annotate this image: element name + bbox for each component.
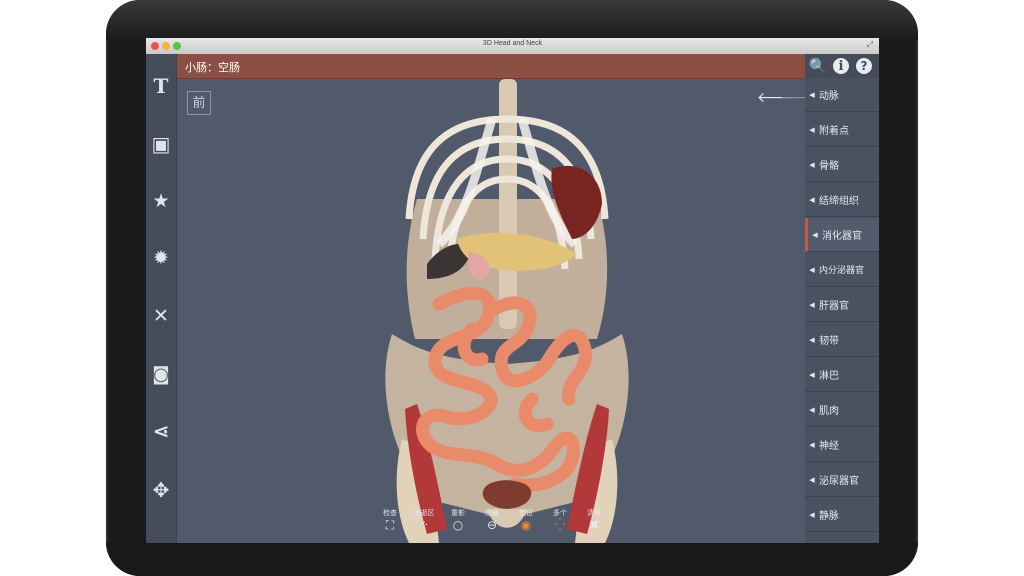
frame-icon: ▣ bbox=[151, 132, 171, 156]
chevron-left-icon: ◀ bbox=[809, 160, 815, 169]
chevron-left-icon: ◀ bbox=[809, 265, 815, 274]
inspect-button[interactable]: 检查 ⛶ bbox=[376, 508, 404, 533]
system-label: 附着点 bbox=[819, 126, 849, 137]
system-item-ligaments[interactable]: ◀ 韧带 bbox=[805, 323, 879, 357]
clear-button[interactable]: 清除 ✖ bbox=[580, 508, 608, 532]
share-button[interactable]: ⋖ bbox=[146, 411, 176, 451]
chevron-left-icon: ◀ bbox=[809, 510, 815, 519]
top-icon-bar: 🔍 i ? bbox=[805, 54, 879, 78]
gear-icon: ✹ bbox=[153, 247, 169, 269]
clear-icon: ✖ bbox=[588, 518, 600, 532]
share-icon: ⋖ bbox=[152, 419, 170, 443]
system-item-urinary[interactable]: ◀ 泌尿器官 bbox=[805, 463, 879, 497]
tool-label: 清除 bbox=[587, 509, 601, 517]
fade-icon: ⁘ bbox=[418, 518, 430, 532]
system-label: 韧带 bbox=[819, 336, 839, 347]
tool-label: 隐藏 bbox=[485, 509, 499, 517]
inspect-icon: ⛶ bbox=[385, 518, 395, 532]
multi-select-button[interactable]: 多个 ⁛ bbox=[546, 508, 574, 532]
anatomy-model[interactable] bbox=[177, 79, 805, 543]
window-title: 3D Head and Neck bbox=[482, 40, 543, 47]
system-item-lymph[interactable]: ◀ 淋巴 bbox=[805, 358, 879, 392]
chevron-left-icon: ◀ bbox=[809, 195, 815, 204]
camera-button[interactable]: ◙ bbox=[146, 354, 176, 394]
selection-header: 小肠：空肠 bbox=[177, 54, 805, 79]
system-label: 骨骼 bbox=[819, 161, 839, 172]
system-item-attachments[interactable]: ◀ 附着点 bbox=[805, 113, 879, 147]
chevron-left-icon: ◀ bbox=[809, 125, 815, 134]
tools-icon: ✕ bbox=[153, 305, 169, 327]
tablet-bezel-top bbox=[106, 0, 918, 40]
chevron-left-icon: ◀ bbox=[809, 335, 815, 344]
chevron-left-icon: ◀ bbox=[809, 475, 815, 484]
isolate-icon: ◉ bbox=[520, 518, 532, 532]
chevron-left-icon: ◀ bbox=[809, 440, 815, 449]
text-icon: T bbox=[153, 74, 169, 98]
camera-icon: ◙ bbox=[152, 363, 170, 385]
move-button[interactable]: ✥ bbox=[146, 470, 176, 510]
system-item-nerves[interactable]: ◀ 神经 bbox=[805, 428, 879, 462]
system-item-veins[interactable]: ◀ 静脉 bbox=[805, 498, 879, 532]
system-label: 结缔组织 bbox=[819, 196, 859, 207]
system-label: 动脉 bbox=[819, 91, 839, 102]
info-icon[interactable]: i bbox=[833, 58, 849, 74]
text-tool-button[interactable]: T bbox=[146, 66, 176, 106]
system-item-skeleton[interactable]: ◀ 骨骼 bbox=[805, 148, 879, 182]
system-label: 淋巴 bbox=[819, 371, 839, 382]
system-item-liver-organs[interactable]: ◀ 肝器官 bbox=[805, 288, 879, 322]
system-item-connective-tissue[interactable]: ◀ 结缔组织 bbox=[805, 183, 879, 217]
move-icon: ✥ bbox=[152, 478, 170, 502]
bottom-toolbar: 检查 ⛶ 消逝区 ⁘ 重影 ○ 隐藏 ⊖ 炮位 ◉ 多个 ⁛ 清除 ✖ bbox=[376, 508, 616, 540]
tool-label: 重影 bbox=[451, 509, 465, 517]
selected-structure-title: 小肠：空肠 bbox=[185, 61, 240, 74]
settings-button[interactable]: ✹ bbox=[146, 238, 176, 278]
system-label: 内分泌器官 bbox=[819, 266, 865, 276]
chevron-left-icon: ◀ bbox=[809, 370, 815, 379]
system-label: 神经 bbox=[819, 441, 839, 452]
3d-viewport[interactable]: 前 🡐 🡒 bbox=[177, 79, 818, 543]
ghost-button[interactable]: 重影 ○ bbox=[444, 508, 472, 532]
hide-button[interactable]: 隐藏 ⊖ bbox=[478, 508, 506, 532]
system-item-endocrine[interactable]: ◀ 内分泌器官 bbox=[805, 253, 879, 287]
system-label: 肌肉 bbox=[819, 406, 839, 417]
chevron-left-icon: ◀ bbox=[812, 230, 818, 239]
tool-label: 炮位 bbox=[519, 509, 533, 517]
star-icon: ★ bbox=[152, 190, 170, 212]
window-titlebar: 3D Head and Neck ⤢ bbox=[146, 38, 879, 55]
app-window: 3D Head and Neck ⤢ T ▣ ★ ✹ ✕ ◙ ⋖ ✥ 小肠：空肠 bbox=[146, 38, 879, 543]
left-toolbar: T ▣ ★ ✹ ✕ ◙ ⋖ ✥ bbox=[146, 54, 177, 543]
system-label: 静脉 bbox=[819, 511, 839, 522]
system-item-digestive[interactable]: ◀ 消化器官 bbox=[805, 218, 879, 252]
favorites-button[interactable]: ★ bbox=[146, 181, 176, 221]
hide-icon: ⊖ bbox=[486, 518, 498, 532]
help-icon[interactable]: ? bbox=[856, 58, 872, 74]
fullscreen-icon[interactable]: ⤢ bbox=[867, 40, 873, 50]
tool-label: 消逝区 bbox=[413, 509, 435, 517]
search-icon[interactable]: 🔍 bbox=[809, 57, 828, 75]
tool-label: 检查 bbox=[383, 509, 397, 517]
system-item-arteries[interactable]: ◀ 动脉 bbox=[805, 78, 879, 112]
isolate-button[interactable]: 炮位 ◉ bbox=[512, 508, 540, 532]
system-label: 肝器官 bbox=[819, 301, 849, 312]
tool-label: 多个 bbox=[553, 509, 567, 517]
system-label: 消化器官 bbox=[822, 231, 862, 242]
frame-tool-button[interactable]: ▣ bbox=[146, 124, 176, 164]
multi-select-icon: ⁛ bbox=[555, 518, 565, 532]
system-item-muscles[interactable]: ◀ 肌肉 bbox=[805, 393, 879, 427]
tablet-bezel-bottom bbox=[106, 542, 918, 576]
system-label: 泌尿器官 bbox=[819, 476, 859, 487]
ghost-icon: ○ bbox=[452, 518, 464, 532]
chevron-left-icon: ◀ bbox=[809, 300, 815, 309]
chevron-left-icon: ◀ bbox=[809, 405, 815, 414]
tools-button[interactable]: ✕ bbox=[146, 296, 176, 336]
systems-panel: ◀ 动脉 ◀ 附着点 ◀ 骨骼 ◀ 结缔组织 ◀ 消化器官 ◀ 内分泌器官 ◀ 肝器官 ◀ 韧带… bbox=[805, 78, 879, 543]
fade-area-button[interactable]: 消逝区 ⁘ bbox=[410, 508, 438, 532]
chevron-left-icon: ◀ bbox=[809, 90, 815, 99]
